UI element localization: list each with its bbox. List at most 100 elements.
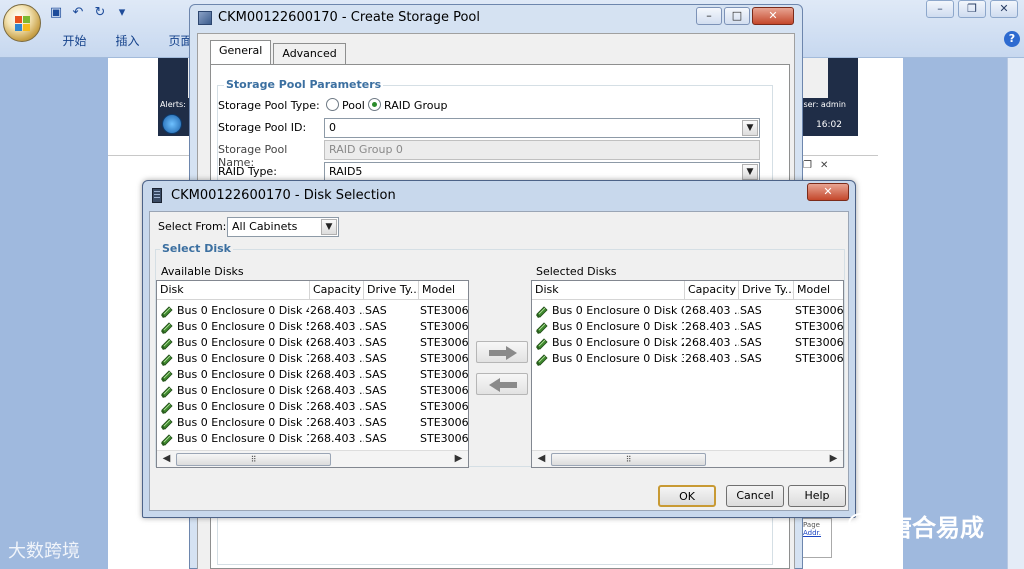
pool-radio-label[interactable]: Pool: [342, 99, 365, 112]
select-from-dropdown[interactable]: All Cabinets ▼: [227, 217, 339, 237]
office-button[interactable]: [3, 4, 41, 42]
available-disks-list[interactable]: Disk Capacity Drive Ty... Model Bus 0 En…: [156, 280, 469, 468]
disk-model: STE30065: [420, 368, 469, 381]
available-hscrollbar[interactable]: ◀ ⠿ ▶: [157, 450, 468, 467]
chevron-down-icon[interactable]: ▼: [742, 164, 758, 180]
column-capacity[interactable]: Capacity: [685, 281, 739, 300]
column-model[interactable]: Model: [794, 281, 843, 300]
group-title: Storage Pool Parameters: [224, 78, 384, 91]
ribbon-tabs: 开始 插入 页面: [48, 32, 207, 49]
disk-drive-type: SAS: [365, 352, 387, 365]
column-capacity[interactable]: Capacity: [310, 281, 364, 300]
pool-name-field: RAID Group 0: [324, 140, 760, 160]
disk-name: Bus 0 Enclosure 0 Disk 11: [177, 416, 309, 429]
office-button-icon: [15, 16, 31, 32]
disk-icon: [161, 354, 173, 366]
scroll-thumb[interactable]: ⠿: [551, 453, 706, 466]
list-item[interactable]: Bus 0 Enclosure 0 Disk 5 268.403 ... SAS ST…: [157, 319, 468, 335]
ok-button[interactable]: OK: [658, 485, 716, 507]
tab-advanced[interactable]: Advanced: [273, 43, 346, 64]
chevron-down-icon[interactable]: ▼: [742, 120, 758, 136]
disk-capacity: 268.403 ...: [310, 320, 364, 333]
column-drive-type[interactable]: Drive Ty...: [739, 281, 794, 300]
restore-button[interactable]: ❐: [958, 0, 986, 18]
disk-capacity: 268.403 ...: [310, 304, 364, 317]
ribbon-tab-insert[interactable]: 插入: [101, 32, 154, 49]
scroll-thumb[interactable]: ⠿: [176, 453, 331, 466]
scroll-right-icon[interactable]: ▶: [826, 452, 841, 467]
disk-name: Bus 0 Enclosure 0 Disk 8: [177, 368, 309, 381]
pool-window-title: CKM00122600170 - Create Storage Pool: [218, 10, 480, 25]
list-item[interactable]: Bus 0 Enclosure 0 Disk 8 268.403 ... SAS ST…: [157, 367, 468, 383]
list-item[interactable]: Bus 0 Enclosure 0 Disk 4 268.403 ... SAS ST…: [157, 303, 468, 319]
pool-radio[interactable]: [326, 98, 339, 111]
raid-group-radio[interactable]: [368, 98, 381, 111]
disk-capacity: 268.403 ...: [310, 432, 364, 445]
add-disk-button[interactable]: [476, 341, 528, 363]
list-item[interactable]: Bus 0 Enclosure 0 Disk 7 268.403 ... SAS ST…: [157, 351, 468, 367]
disk-capacity: 268.403 ...: [310, 336, 364, 349]
chevron-down-icon[interactable]: ▼: [321, 219, 337, 235]
raid-type-select[interactable]: RAID5 ▼: [324, 162, 760, 182]
disk-close-button[interactable]: ✕: [807, 183, 849, 201]
list-item[interactable]: Bus 0 Enclosure 0 Disk 1 268.403 ... SAS ST…: [532, 319, 843, 335]
list-item[interactable]: Bus 0 Enclosure 0 Disk 11 268.403 ... SAS S…: [157, 415, 468, 431]
disk-model: STE30065: [795, 336, 844, 349]
ribbon-tab-home[interactable]: 开始: [48, 32, 101, 49]
list-item[interactable]: Bus 0 Enclosure 0 Disk 9 268.403 ... SAS ST…: [157, 383, 468, 399]
scroll-right-icon[interactable]: ▶: [451, 452, 466, 467]
disk-name: Bus 0 Enclosure 0 Disk 7: [177, 352, 309, 365]
column-model[interactable]: Model: [419, 281, 468, 300]
list-item[interactable]: Bus 0 Enclosure 0 Disk 12 268.403 ... SAS S…: [157, 431, 468, 447]
disk-model: STE30065: [795, 304, 844, 317]
pool-close-button[interactable]: ✕: [752, 7, 794, 25]
column-disk[interactable]: Disk: [157, 281, 310, 300]
raid-type-label: RAID Type:: [218, 165, 277, 178]
scroll-left-icon[interactable]: ◀: [159, 452, 174, 467]
remove-disk-button[interactable]: [476, 373, 528, 395]
pool-maximize-button[interactable]: □: [724, 7, 750, 25]
pool-minimize-button[interactable]: –: [696, 7, 722, 25]
redo-icon[interactable]: ↻: [92, 5, 108, 21]
disk-model: STE30065: [420, 400, 469, 413]
list-item[interactable]: Bus 0 Enclosure 0 Disk 10 268.403 ... SAS S…: [157, 399, 468, 415]
close-button[interactable]: ✕: [990, 0, 1018, 18]
disk-drive-type: SAS: [365, 320, 387, 333]
list-item[interactable]: Bus 0 Enclosure 0 Disk 6 268.403 ... SAS ST…: [157, 335, 468, 351]
cancel-button[interactable]: Cancel: [726, 485, 784, 507]
disk-drive-type: SAS: [740, 336, 762, 349]
disk-title-bar[interactable]: CKM00122600170 - Disk Selection ✕: [143, 181, 855, 209]
scroll-left-icon[interactable]: ◀: [534, 452, 549, 467]
disk-dialog-body: Select From: All Cabinets ▼ Select Disk …: [149, 211, 849, 511]
tab-general[interactable]: General: [210, 40, 272, 64]
list-item[interactable]: Bus 0 Enclosure 0 Disk 0 268.403 ... SAS ST…: [532, 303, 843, 319]
disk-name: Bus 0 Enclosure 0 Disk 1: [552, 320, 684, 333]
raid-type-row: RAID Type: RAID5 ▼: [218, 162, 774, 182]
column-disk[interactable]: Disk: [532, 281, 685, 300]
list-item[interactable]: Bus 0 Enclosure 0 Disk 3 268.403 ... SAS ST…: [532, 351, 843, 367]
document-scrollbar[interactable]: [1007, 58, 1024, 569]
list-header: Disk Capacity Drive Ty... Model: [157, 281, 468, 300]
disk-icon: [161, 338, 173, 350]
disk-drive-type: SAS: [365, 416, 387, 429]
disk-capacity: 268.403 ...: [310, 400, 364, 413]
help-icon[interactable]: ?: [1004, 31, 1020, 47]
qat-dropdown-icon[interactable]: ▾: [114, 5, 130, 21]
disk-name: Bus 0 Enclosure 0 Disk 0: [552, 304, 684, 317]
disk-capacity: 268.403 ...: [685, 320, 739, 333]
minimize-button[interactable]: –: [926, 0, 954, 18]
help-button[interactable]: Help: [788, 485, 846, 507]
pool-title-bar[interactable]: CKM00122600170 - Create Storage Pool – □…: [190, 5, 802, 31]
disk-icon: [161, 306, 173, 318]
raid-group-radio-label[interactable]: RAID Group: [384, 99, 447, 112]
column-drive-type[interactable]: Drive Ty...: [364, 281, 419, 300]
selected-disks-list[interactable]: Disk Capacity Drive Ty... Model Bus 0 En…: [531, 280, 844, 468]
disk-model: STE30065: [420, 352, 469, 365]
disk-icon: [536, 338, 548, 350]
list-item[interactable]: Bus 0 Enclosure 0 Disk 2 268.403 ... SAS ST…: [532, 335, 843, 351]
pool-id-select[interactable]: 0 ▼: [324, 118, 760, 138]
undo-icon[interactable]: ↶: [70, 5, 86, 21]
selected-hscrollbar[interactable]: ◀ ⠿ ▶: [532, 450, 843, 467]
select-disk-group: Select Disk Available Disks Selected Dis…: [155, 242, 845, 468]
save-icon[interactable]: ▣: [48, 5, 64, 21]
